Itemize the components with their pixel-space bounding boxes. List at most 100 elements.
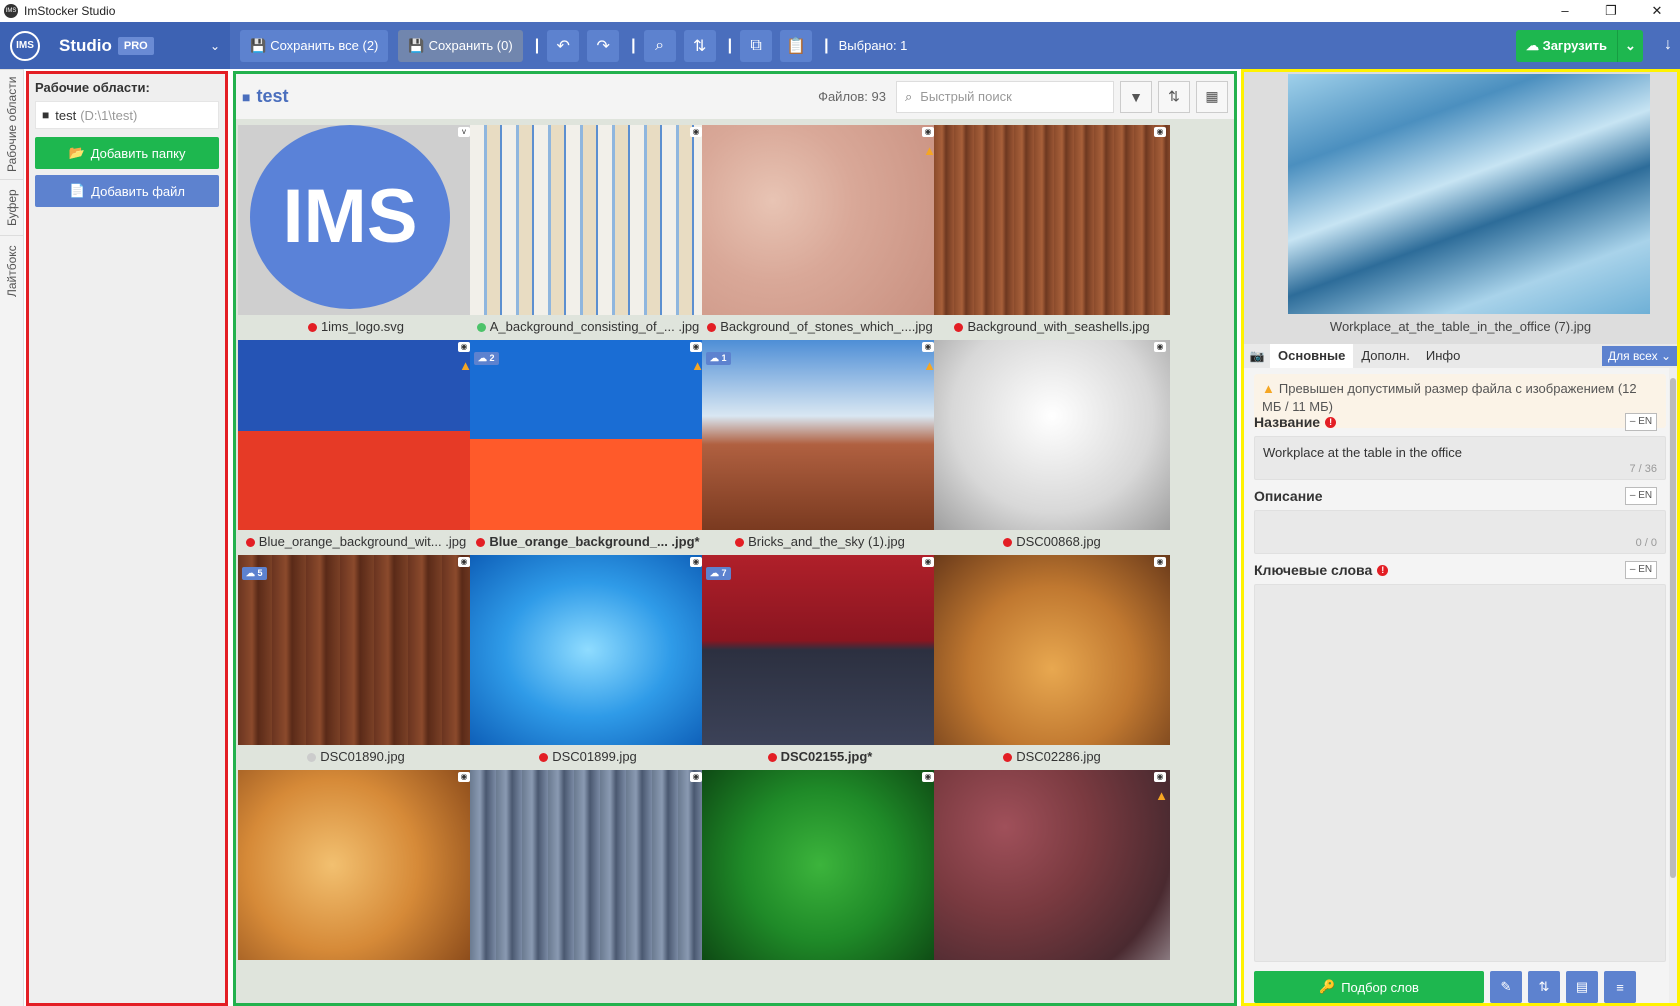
add-folder-label: Добавить папку [90, 145, 186, 161]
keywords-lang-button[interactable]: – EN [1625, 561, 1657, 579]
brand-menu[interactable]: IMS Studio PRO ⌄ [0, 22, 230, 69]
thumbnail-image[interactable]: ◉ ☁ 7 [702, 555, 938, 745]
download-icon[interactable]: ↓ [1664, 36, 1672, 54]
undo-button[interactable]: ↶ [547, 29, 580, 62]
edit-button[interactable]: ✎ [1490, 971, 1522, 1003]
tab-lightbox[interactable]: Лайтбокс [0, 235, 24, 307]
tab-extra[interactable]: Дополн. [1353, 344, 1418, 368]
thumbnail-cell[interactable]: ◉ ▲ Background_of_stones_which_....jpg [700, 119, 938, 349]
thumbnail-image[interactable]: ◉ [934, 340, 1170, 530]
status-dot [1003, 538, 1013, 547]
thumbnail-cell[interactable]: ◉ DSC00868.jpg [932, 334, 1170, 564]
sort-az-button[interactable]: ⇅ [683, 29, 716, 62]
menu-icon: ≡ [1616, 979, 1624, 995]
restore-button[interactable]: ❐ [1588, 0, 1634, 22]
paste-button[interactable]: 📋 [780, 29, 813, 62]
sort-button[interactable]: ⇅ [1158, 80, 1190, 113]
title-label-text: Название [1254, 414, 1321, 430]
thumbnail-cell[interactable]: ◉ ▲ Blue_orange_background_wit... .jpg [236, 334, 474, 564]
find-button[interactable]: ⌕ [643, 29, 676, 62]
thumbnail-cell[interactable]: ◉ A_background_consisting_of_... .jpg [468, 119, 706, 349]
save-button[interactable]: 💾 Сохранить (0) [398, 29, 523, 62]
menu-button[interactable]: ≡ [1604, 971, 1636, 1003]
thumbnail-image[interactable]: ◉ ▲ ☁ 2 [470, 340, 706, 530]
redo-button[interactable]: ↷ [587, 29, 620, 62]
tab-info[interactable]: Инфо [1418, 344, 1468, 368]
thumbnail-cell[interactable]: ◉ ☁ 5 DSC01890.jpg [236, 549, 474, 779]
workspace-path: (D:\1\test) [80, 107, 138, 123]
tab-workspaces[interactable]: Рабочие области [0, 69, 24, 179]
workspace-item[interactable]: ■ test (D:\1\test) [35, 101, 219, 129]
sort-keywords-button[interactable]: ⇅ [1528, 971, 1560, 1003]
thumbnail-cell[interactable]: ◉ DSC02286.jpg [932, 549, 1170, 779]
details-scrollbar[interactable] [1669, 368, 1677, 1003]
add-file-button[interactable]: 📄 Добавить файл [35, 175, 219, 207]
title-lang-button[interactable]: – EN [1625, 413, 1657, 431]
thumbnail-cell[interactable]: ◉ ☁ 7 DSC02155.jpg* [700, 549, 938, 779]
filter-button[interactable]: ▼ [1120, 80, 1152, 113]
thumbnail-image[interactable]: ◉ [238, 770, 474, 960]
preview-image[interactable] [1288, 74, 1650, 314]
filename-text: Blue_orange_background_wit... .jpg [258, 534, 467, 549]
title-field[interactable]: Workplace at the table in the office 7 / … [1254, 436, 1666, 480]
save-all-button[interactable]: 💾 Сохранить все (2) [240, 29, 389, 62]
thumbnail-image[interactable]: ◉ ▲ [238, 340, 474, 530]
search-icon: ⌕ [905, 88, 913, 104]
details-actions: 🔑 Подбор слов ✎ ⇅ ▤ ≡ [1244, 968, 1677, 1003]
thumbnail-cell[interactable]: ◉ [468, 764, 706, 994]
binoculars-icon: ⌕ [655, 36, 665, 54]
thumbnail-image[interactable]: IMS v [238, 125, 474, 315]
description-lang-button[interactable]: – EN [1625, 487, 1657, 505]
upload-dropdown-button[interactable]: ⌄ [1617, 30, 1643, 62]
thumbnail-cell[interactable]: ◉ Background_with_seashells.jpg [932, 119, 1170, 349]
warning-icon: ▲ [1262, 381, 1275, 396]
title-label: Название! [1254, 414, 1337, 430]
tab-buffer[interactable]: Буфер [0, 179, 24, 235]
thumbnail-cell[interactable]: ◉ ▲ ☁ 2 Blue_orange_background_... .jpg* [468, 334, 706, 564]
lang-label: EN [1638, 416, 1653, 427]
upload-count-badge: ☁ 1 [706, 352, 731, 365]
add-folder-button[interactable]: 📂 Добавить папку [35, 137, 219, 169]
folder-title: ■ test [242, 86, 288, 107]
upload-button[interactable]: ☁ Загрузить ⌄ [1515, 30, 1643, 62]
thumbnail-cell[interactable]: ◉ [236, 764, 474, 994]
thumbnail-image[interactable]: ◉ ▲ [934, 770, 1170, 960]
thumbnail-image[interactable]: ◉ ☁ 5 [238, 555, 474, 745]
thumbnail-image[interactable]: ◉ [470, 125, 706, 315]
word-export-button[interactable]: ▤ [1566, 971, 1598, 1003]
thumbnail-cell[interactable]: ◉ ▲ ☁ 1 Bricks_and_the_sky (1).jpg [700, 334, 938, 564]
thumbnail-image[interactable]: ◉ [470, 555, 706, 745]
camera-icon[interactable]: 📷 [1244, 349, 1270, 363]
scrollbar-thumb[interactable] [1670, 378, 1676, 878]
minimize-button[interactable]: – [1542, 0, 1588, 22]
status-dot [476, 323, 486, 332]
for-all-dropdown[interactable]: Для всех ⌄ [1601, 346, 1677, 366]
thumbnail-filename: Background_with_seashells.jpg [934, 319, 1170, 334]
folder-icon: ■ [242, 88, 251, 105]
description-field[interactable]: 0 / 0 [1254, 510, 1666, 554]
tab-main[interactable]: Основные [1270, 344, 1354, 368]
upload-count-badge: ☁ 5 [242, 567, 267, 580]
thumbnail-image[interactable]: ◉ ▲ [702, 125, 938, 315]
paste-icon: 📋 [786, 37, 807, 55]
keywords-field[interactable] [1254, 584, 1666, 962]
keyword-suggest-button[interactable]: 🔑 Подбор слов [1254, 971, 1484, 1003]
thumbnail-cell[interactable]: ◉ [700, 764, 938, 994]
thumbnail-filename: DSC00868.jpg [934, 534, 1170, 549]
thumbnail-cell[interactable]: ◉ DSC01899.jpg [468, 549, 706, 779]
thumbnail-image[interactable]: ◉ [934, 555, 1170, 745]
close-button[interactable]: ✕ [1634, 0, 1680, 22]
save-icon: 💾 [408, 37, 425, 53]
grid-view-button[interactable]: ▦ [1196, 80, 1228, 113]
thumbnail-image[interactable]: ◉ [934, 125, 1170, 315]
thumbnail-image[interactable]: ◉ [702, 770, 938, 960]
quick-search-input[interactable]: ⌕ Быстрый поиск [896, 80, 1114, 113]
thumbnail-filename: Bricks_and_the_sky (1).jpg [702, 534, 938, 549]
thumbnail-cell[interactable]: IMS v 1ims_logo.svg [236, 119, 474, 349]
pencil-icon: ✎ [1500, 979, 1512, 994]
copy-button[interactable]: ⧉ [740, 29, 773, 62]
thumbnail-image[interactable]: ◉ [470, 770, 706, 960]
thumbnail-cell[interactable]: ◉ ▲ [932, 764, 1170, 994]
thumbnail-image[interactable]: ◉ ▲ ☁ 1 [702, 340, 938, 530]
upload-label: Загрузить [1542, 38, 1607, 53]
